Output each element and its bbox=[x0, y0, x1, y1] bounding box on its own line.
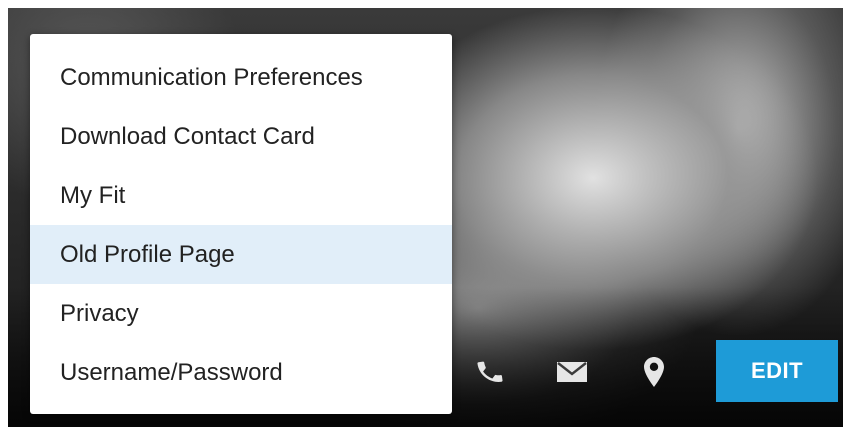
menu-item-my-fit[interactable]: My Fit bbox=[30, 166, 452, 225]
profile-options-menu: Communication Preferences Download Conta… bbox=[30, 34, 452, 414]
email-button[interactable] bbox=[552, 352, 592, 392]
map-pin-icon bbox=[644, 357, 664, 387]
location-button[interactable] bbox=[634, 352, 674, 392]
phone-button[interactable] bbox=[470, 352, 510, 392]
menu-item-download-contact-card[interactable]: Download Contact Card bbox=[30, 107, 452, 166]
menu-item-communication-preferences[interactable]: Communication Preferences bbox=[30, 48, 452, 107]
phone-icon bbox=[477, 361, 503, 382]
contact-actions bbox=[470, 340, 716, 404]
edit-button[interactable]: EDIT bbox=[716, 340, 838, 402]
menu-item-privacy[interactable]: Privacy bbox=[30, 284, 452, 343]
mail-icon bbox=[557, 362, 587, 382]
profile-header: Communication Preferences Download Conta… bbox=[0, 0, 851, 435]
menu-item-username-password[interactable]: Username/Password bbox=[30, 343, 452, 402]
menu-item-old-profile-page[interactable]: Old Profile Page bbox=[30, 225, 452, 284]
